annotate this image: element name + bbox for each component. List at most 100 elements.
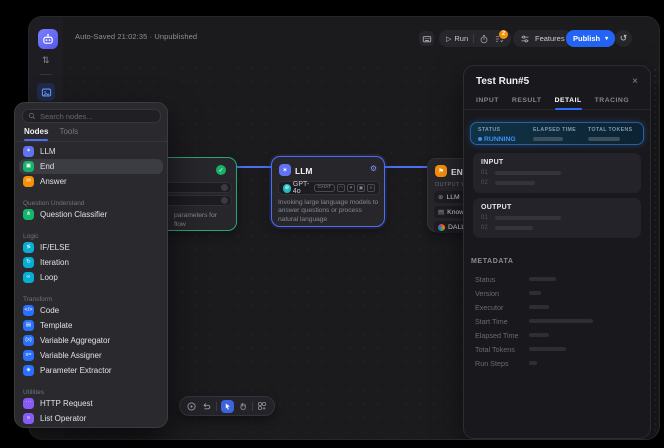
item-label: Parameter Extractor bbox=[40, 366, 112, 375]
skeleton-bar bbox=[529, 319, 593, 323]
item-label: Template bbox=[40, 321, 72, 330]
palette-item-llm[interactable]: ✶LLM bbox=[19, 144, 163, 159]
palette-item-list-operator[interactable]: ≡List Operator bbox=[19, 411, 163, 426]
features-button[interactable]: Features bbox=[513, 30, 572, 47]
item-label: Iteration bbox=[40, 258, 69, 267]
skeleton-bar bbox=[529, 361, 537, 365]
template-icon: ▤ bbox=[23, 320, 34, 331]
palette-item-parameter-extractor[interactable]: ◈ Parameter Extractor bbox=[19, 363, 163, 378]
organize-nodes-button[interactable] bbox=[257, 401, 267, 411]
media-panel-button[interactable] bbox=[37, 83, 55, 101]
stopwatch-icon bbox=[479, 34, 489, 44]
pointer-mode-button[interactable] bbox=[221, 400, 234, 413]
panel-scrollbar[interactable] bbox=[654, 69, 656, 431]
skeleton-bar bbox=[529, 305, 549, 309]
keyboard-icon bbox=[422, 34, 432, 44]
toggle-panel-button[interactable] bbox=[419, 31, 434, 46]
running-dot bbox=[478, 137, 482, 141]
item-label: List Operator bbox=[40, 414, 86, 423]
checklist-button[interactable]: 2 bbox=[494, 34, 504, 44]
palette-item-ifelse[interactable]: ≶ IF/ELSE bbox=[19, 240, 163, 255]
history-icon: ↺ bbox=[620, 33, 628, 44]
output-card-title: OUTPUT bbox=[481, 204, 633, 211]
palette-item-variable-aggregator[interactable]: (x)Variable Aggregator bbox=[19, 333, 163, 348]
variable-assigner-icon: x= bbox=[23, 350, 34, 361]
palette-item-template[interactable]: ▤ Template bbox=[19, 318, 163, 333]
parameter-extractor-icon: ◈ bbox=[23, 365, 34, 376]
gear-icon[interactable]: ⚙ bbox=[370, 164, 377, 173]
fit-view-button[interactable] bbox=[186, 401, 197, 412]
search-input[interactable] bbox=[40, 112, 155, 121]
capability-icon: ✦ bbox=[347, 184, 355, 192]
close-icon[interactable]: × bbox=[632, 77, 638, 87]
tab-tracing[interactable]: TRACING bbox=[595, 92, 629, 109]
palette-item-http-request[interactable]: ⋯HTTP Request bbox=[19, 396, 163, 411]
loop-icon: ∞ bbox=[23, 272, 34, 283]
llm-node-description: Invoking large language models to answer… bbox=[278, 199, 381, 224]
end-node-icon: ⚑ bbox=[435, 165, 447, 177]
run-button[interactable]: ▷ Run bbox=[446, 34, 468, 43]
capability-icon: ≡ bbox=[367, 184, 375, 192]
tokens-skeleton bbox=[588, 137, 620, 141]
undo-redo-button[interactable] bbox=[201, 401, 212, 412]
app-logo[interactable] bbox=[38, 29, 58, 49]
panel-title: Test Run#5 bbox=[476, 76, 529, 87]
run-history-button[interactable] bbox=[479, 34, 489, 44]
active-tab-underline bbox=[24, 139, 48, 141]
model-icon: ⊛ bbox=[438, 193, 443, 201]
variable-name: LLM bbox=[446, 194, 459, 201]
elapsed-skeleton bbox=[533, 137, 563, 141]
metadata-label: Elapsed Time bbox=[475, 331, 529, 340]
llm-node-icon: ✶ bbox=[279, 164, 291, 176]
palette-item-end[interactable]: ▣End bbox=[19, 159, 163, 174]
palette-item-loop[interactable]: ∞Loop bbox=[19, 270, 163, 285]
tab-detail[interactable]: DETAIL bbox=[555, 92, 582, 109]
code-icon: </> bbox=[23, 305, 34, 316]
tab-input[interactable]: INPUT bbox=[476, 92, 499, 109]
palette-item-answer[interactable]: ✉Answer bbox=[19, 174, 163, 189]
ifelse-icon: ≶ bbox=[23, 242, 34, 253]
input-card-title: INPUT bbox=[481, 159, 633, 166]
publish-button[interactable]: Publish ▾ bbox=[566, 30, 615, 47]
palette-tabs: Nodes Tools bbox=[15, 127, 167, 142]
start-node-description: parameters for bbox=[174, 212, 217, 220]
metadata-label: Status bbox=[475, 275, 529, 284]
section-logic: Logic bbox=[19, 229, 163, 240]
row-number: 02 bbox=[481, 225, 489, 231]
layout-icon bbox=[257, 401, 267, 411]
hand-mode-button[interactable] bbox=[238, 401, 248, 411]
tab-nodes[interactable]: Nodes bbox=[24, 127, 48, 141]
metadata-label: Run Steps bbox=[475, 359, 529, 368]
play-icon: ▷ bbox=[446, 35, 451, 43]
run-group: ▷ Run 2 bbox=[439, 30, 511, 47]
iteration-icon: ↻ bbox=[23, 257, 34, 268]
node-palette: Nodes Tools ✶LLM ▣End ✉Answer Question U… bbox=[14, 102, 168, 428]
tab-tools[interactable]: Tools bbox=[59, 127, 78, 141]
swap-mode-icon[interactable]: ⇅ bbox=[42, 55, 50, 66]
features-label: Features bbox=[535, 34, 565, 43]
running-text: RUNNING bbox=[484, 136, 516, 143]
metadata-title: METADATA bbox=[471, 258, 514, 265]
palette-item-question-classifier[interactable]: ⋔Question Classifier bbox=[19, 207, 163, 222]
item-label: IF/ELSE bbox=[40, 243, 70, 252]
palette-item-iteration[interactable]: ↻ Iteration bbox=[19, 255, 163, 270]
capability-icon: ◠ bbox=[337, 184, 345, 192]
item-label: Variable Aggregator bbox=[40, 336, 110, 345]
model-name: GPT-4o bbox=[293, 181, 314, 195]
model-selector[interactable]: ⊛ GPT-4o CHAT ◠ ✦ ▣ ≡ bbox=[278, 181, 380, 195]
version-history-button[interactable]: ↺ bbox=[615, 30, 632, 47]
tab-result[interactable]: RESULT bbox=[512, 92, 542, 109]
hand-icon bbox=[238, 401, 248, 411]
tab-detail-label: DETAIL bbox=[555, 97, 582, 104]
sidebar-divider bbox=[40, 74, 52, 75]
status-card: STATUS RUNNING ELAPSED TIME TOTAL TOKENS bbox=[470, 122, 644, 145]
output-card: OUTPUT 01 02 bbox=[473, 198, 641, 238]
checklist-badge: 2 bbox=[499, 30, 508, 39]
palette-item-variable-assigner[interactable]: x= Variable Assigner bbox=[19, 348, 163, 363]
item-label: Variable Assigner bbox=[40, 351, 102, 360]
row-number: 01 bbox=[481, 170, 489, 176]
llm-node-title: LLM bbox=[295, 166, 312, 176]
palette-item-code[interactable]: </>Code bbox=[19, 303, 163, 318]
llm-node[interactable]: ✶ LLM ⚙ ⊛ GPT-4o CHAT ◠ ✦ ▣ ≡ Invoking l… bbox=[271, 156, 385, 227]
search-box bbox=[22, 109, 161, 123]
